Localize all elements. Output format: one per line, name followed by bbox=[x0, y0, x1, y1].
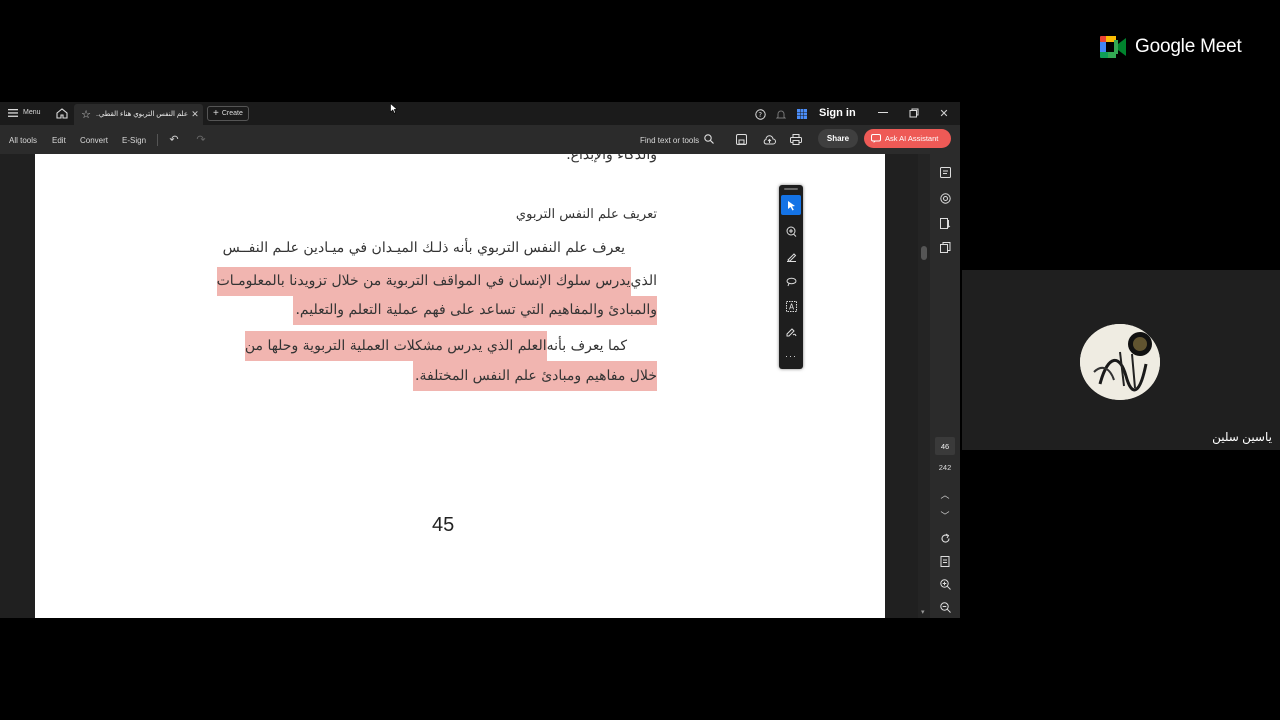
hamburger-menu-icon[interactable] bbox=[8, 108, 18, 118]
close-window-icon[interactable]: ✕ bbox=[937, 107, 951, 120]
apps-grid-icon[interactable] bbox=[796, 108, 807, 119]
comments-panel-icon[interactable] bbox=[930, 163, 960, 181]
current-page-field[interactable]: 46 bbox=[935, 437, 955, 455]
accessibility-icon[interactable] bbox=[930, 189, 960, 207]
pdf-page[interactable]: والذكاء والإبداع. تعريف علم النفس التربو… bbox=[35, 154, 885, 618]
text-box-icon[interactable]: A bbox=[781, 296, 801, 316]
ai-assistant-button[interactable]: Ask AI Assistant bbox=[864, 129, 951, 148]
page-number-printed: 45 bbox=[432, 514, 455, 536]
star-icon[interactable]: ☆ bbox=[80, 108, 92, 121]
plain-text: الذي bbox=[630, 273, 657, 289]
edit-button[interactable]: Edit bbox=[52, 136, 66, 145]
main-toolbar: All tools Edit Convert E-Sign ↶ ↷ Find t… bbox=[0, 125, 960, 154]
create-label: Create bbox=[221, 110, 243, 117]
highlighted-text[interactable]: يدرس سلوك الإنسان في المواقف التربوية من… bbox=[216, 267, 631, 296]
zoom-in-icon[interactable] bbox=[930, 575, 960, 593]
drag-handle[interactable] bbox=[784, 188, 798, 190]
scrollbar-thumb[interactable] bbox=[921, 246, 927, 260]
scroll-down-arrow-icon[interactable]: ▾ bbox=[921, 608, 925, 616]
google-meet-brand: Google Meet bbox=[1100, 34, 1242, 60]
participant-avatar bbox=[1080, 324, 1160, 400]
svg-text:?: ? bbox=[758, 111, 762, 119]
ai-assistant-icon bbox=[871, 134, 881, 143]
pdf-viewer-window: Menu ☆ علم النفس التربوي هناء القطي.. ✕ … bbox=[0, 102, 960, 618]
paragraph-line: الذي يدرس سلوك الإنسان في المواقف التربو… bbox=[216, 267, 657, 296]
find-text-field[interactable]: Find text or tools bbox=[640, 136, 699, 145]
create-button[interactable]: + Create bbox=[207, 106, 249, 121]
participant-tile[interactable]: ياسين سلين bbox=[962, 270, 1280, 450]
svg-text:A: A bbox=[789, 302, 795, 311]
menu-label[interactable]: Menu bbox=[23, 109, 41, 116]
rotate-icon[interactable] bbox=[930, 529, 960, 547]
highlighted-text[interactable]: والمبادئ والمفاهيم التي تساعد على فهم عم… bbox=[293, 296, 657, 325]
bookmarks-icon[interactable] bbox=[930, 214, 960, 232]
sign-icon[interactable] bbox=[781, 321, 801, 341]
google-meet-logo-icon bbox=[1100, 36, 1127, 58]
highlight-pen-icon[interactable] bbox=[781, 246, 801, 266]
print-icon[interactable] bbox=[789, 133, 803, 146]
floating-quick-tools: A ··· bbox=[779, 185, 803, 369]
total-pages: 242 bbox=[938, 463, 952, 472]
highlighted-text[interactable]: خلال مفاهيم ومبادئ علم النفس المختلفة. bbox=[413, 361, 657, 391]
help-icon[interactable]: ? bbox=[754, 108, 766, 120]
save-icon[interactable] bbox=[735, 133, 748, 146]
highlighted-text[interactable]: العلم الذي يدرس مشكلات العملية التربوية … bbox=[244, 331, 547, 361]
select-cursor-icon[interactable] bbox=[781, 195, 801, 215]
next-page-icon[interactable]: ﹀ bbox=[930, 506, 960, 524]
redo-icon[interactable]: ↷ bbox=[194, 133, 208, 146]
cut-off-text: والذكاء والإبداع. bbox=[566, 154, 657, 163]
share-label: Share bbox=[826, 134, 850, 143]
google-meet-title: Google Meet bbox=[1135, 36, 1242, 57]
page-fit-icon[interactable] bbox=[930, 552, 960, 570]
participant-name: ياسين سلين bbox=[1212, 430, 1272, 444]
tab-bar: Menu ☆ علم النفس التربوي هناء القطي.. ✕ … bbox=[0, 102, 960, 125]
plus-icon: + bbox=[213, 107, 219, 119]
toolbar-divider bbox=[157, 134, 158, 146]
draw-freehand-icon[interactable] bbox=[781, 271, 801, 291]
vertical-scrollbar[interactable]: ▾ bbox=[918, 154, 930, 618]
all-tools-button[interactable]: All tools bbox=[9, 136, 37, 145]
plain-text: كما يعرف بأنه bbox=[546, 338, 627, 354]
notifications-bell-icon[interactable] bbox=[775, 108, 787, 120]
paragraph-line: كما يعرف بأنه العلم الذي يدرس مشكلات الع… bbox=[244, 331, 657, 361]
undo-icon[interactable]: ↶ bbox=[167, 133, 181, 146]
right-tools-rail: 46 242 ︿ ﹀ bbox=[930, 154, 960, 618]
document-tab[interactable]: ☆ علم النفس التربوي هناء القطي.. ✕ bbox=[74, 104, 203, 125]
tab-title: علم النفس التربوي هناء القطي.. bbox=[96, 111, 188, 118]
esign-button[interactable]: E-Sign bbox=[122, 136, 146, 145]
search-icon[interactable] bbox=[703, 133, 715, 145]
paragraph-line: يعرف علم النفس التربوي بأنه ذلـك الميـدا… bbox=[222, 240, 625, 256]
ai-assistant-label: Ask AI Assistant bbox=[885, 134, 939, 143]
mouse-cursor-icon bbox=[390, 101, 398, 119]
convert-button[interactable]: Convert bbox=[80, 136, 108, 145]
section-heading: تعريف علم النفس التربوي bbox=[515, 207, 657, 222]
more-options-icon[interactable]: ··· bbox=[781, 346, 801, 366]
share-button[interactable]: Share bbox=[818, 129, 858, 148]
minimize-icon[interactable] bbox=[876, 107, 890, 119]
add-comment-icon[interactable] bbox=[781, 221, 801, 241]
previous-page-icon[interactable]: ︿ bbox=[930, 485, 960, 503]
restore-window-icon[interactable] bbox=[907, 107, 921, 119]
sign-in-link[interactable]: Sign in bbox=[819, 107, 856, 119]
home-icon[interactable] bbox=[55, 107, 68, 120]
copy-pages-icon[interactable] bbox=[930, 238, 960, 256]
zoom-out-icon[interactable] bbox=[930, 598, 960, 616]
close-tab-icon[interactable]: ✕ bbox=[190, 109, 200, 119]
cloud-upload-icon[interactable] bbox=[762, 133, 776, 146]
